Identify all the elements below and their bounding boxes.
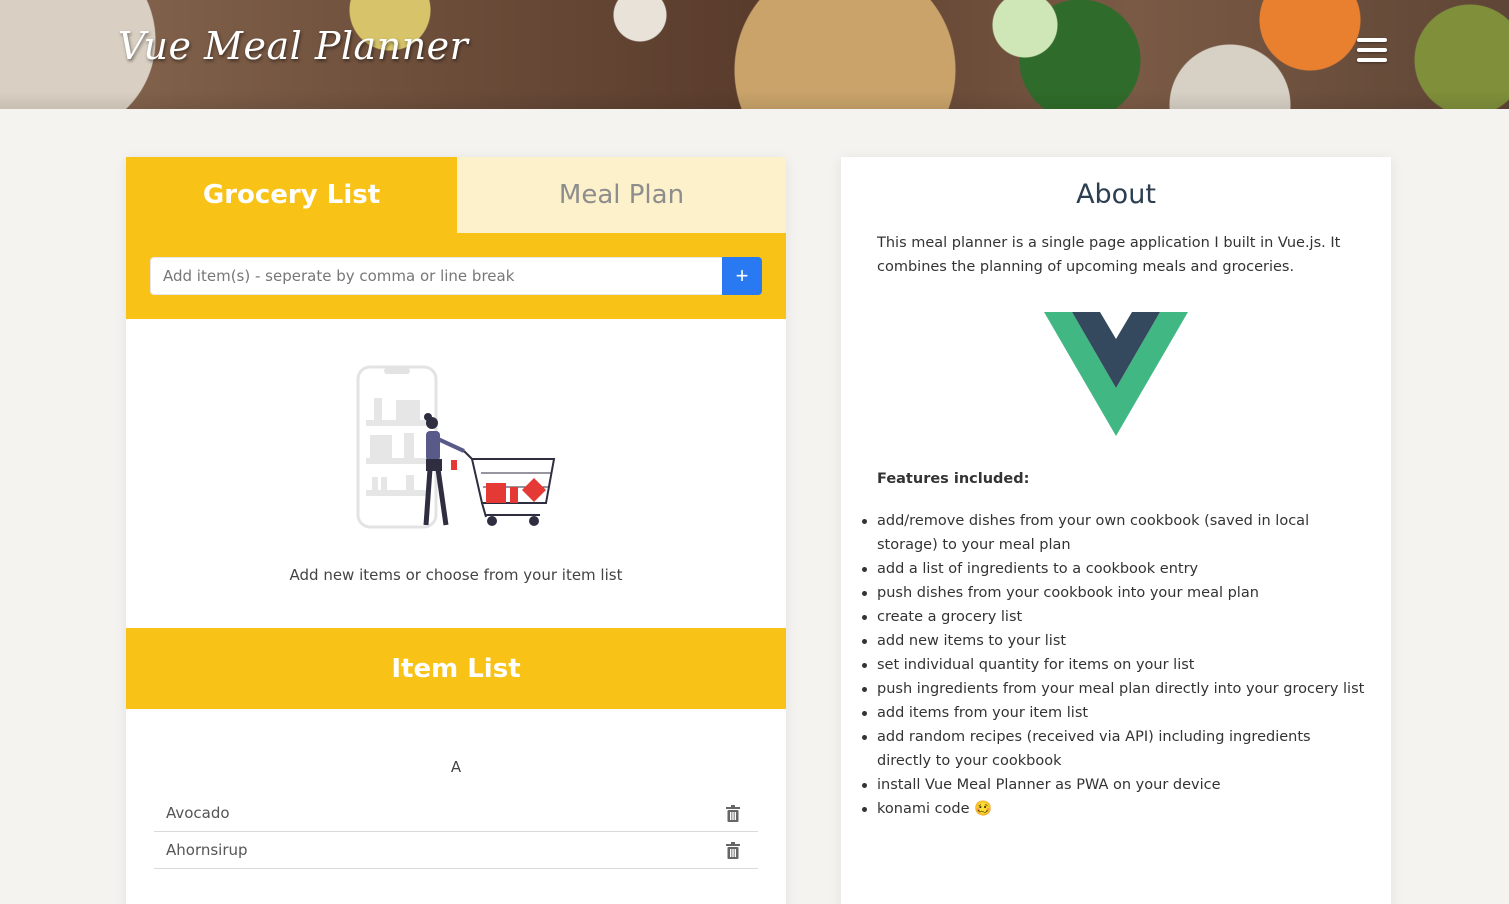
features-title: Features included: bbox=[877, 471, 1030, 487]
item-label: Ahornsirup bbox=[166, 841, 248, 859]
tab-bar: Grocery List Meal Plan bbox=[126, 157, 786, 233]
hamburger-menu-icon[interactable] bbox=[1357, 38, 1387, 64]
feature-item: push ingredients from your meal plan dir… bbox=[862, 677, 1367, 701]
letter-heading: A bbox=[450, 758, 462, 776]
empty-state: Add new items or choose from your item l… bbox=[126, 319, 786, 628]
feature-item: add random recipes (received via API) in… bbox=[862, 725, 1367, 773]
feature-item: create a grocery list bbox=[862, 605, 1367, 629]
tab-grocery-list[interactable]: Grocery List bbox=[126, 157, 457, 233]
feature-item: set individual quantity for items on you… bbox=[862, 653, 1367, 677]
app-logo[interactable]: Vue Meal Planner bbox=[118, 24, 468, 68]
shopping-cart-illustration bbox=[356, 365, 556, 529]
item-list-title: Item List bbox=[126, 628, 786, 709]
feature-item: add a list of ingredients to a cookbook … bbox=[862, 557, 1367, 581]
trash-icon[interactable] bbox=[726, 805, 740, 822]
header-banner: Vue Meal Planner bbox=[0, 0, 1509, 109]
list-item[interactable]: Ahornsirup bbox=[154, 832, 758, 869]
add-item-form: + bbox=[150, 257, 762, 295]
about-title: About bbox=[1076, 179, 1156, 210]
add-item-bar: + bbox=[126, 233, 786, 319]
vue-logo-icon bbox=[1044, 312, 1188, 436]
add-item-button[interactable]: + bbox=[722, 257, 762, 295]
feature-item: add/remove dishes from your own cookbook… bbox=[862, 509, 1367, 557]
about-description: This meal planner is a single page appli… bbox=[877, 235, 1341, 275]
feature-item: add new items to your list bbox=[862, 629, 1367, 653]
tab-meal-plan[interactable]: Meal Plan bbox=[457, 157, 786, 233]
empty-state-text: Add new items or choose from your item l… bbox=[289, 566, 623, 584]
about-panel: About This meal planner is a single page… bbox=[841, 157, 1391, 904]
add-item-input[interactable] bbox=[150, 257, 722, 295]
item-label: Avocado bbox=[166, 804, 230, 822]
features-list: add/remove dishes from your own cookbook… bbox=[862, 509, 1367, 821]
feature-item: push dishes from your cookbook into your… bbox=[862, 581, 1367, 605]
grocery-panel: Grocery List Meal Plan + bbox=[126, 157, 786, 904]
feature-item: add items from your item list bbox=[862, 701, 1367, 725]
feature-item: konami code 🥴 bbox=[862, 797, 1367, 821]
list-item[interactable]: Avocado bbox=[154, 795, 758, 832]
feature-item: install Vue Meal Planner as PWA on your … bbox=[862, 773, 1367, 797]
trash-icon[interactable] bbox=[726, 842, 740, 859]
